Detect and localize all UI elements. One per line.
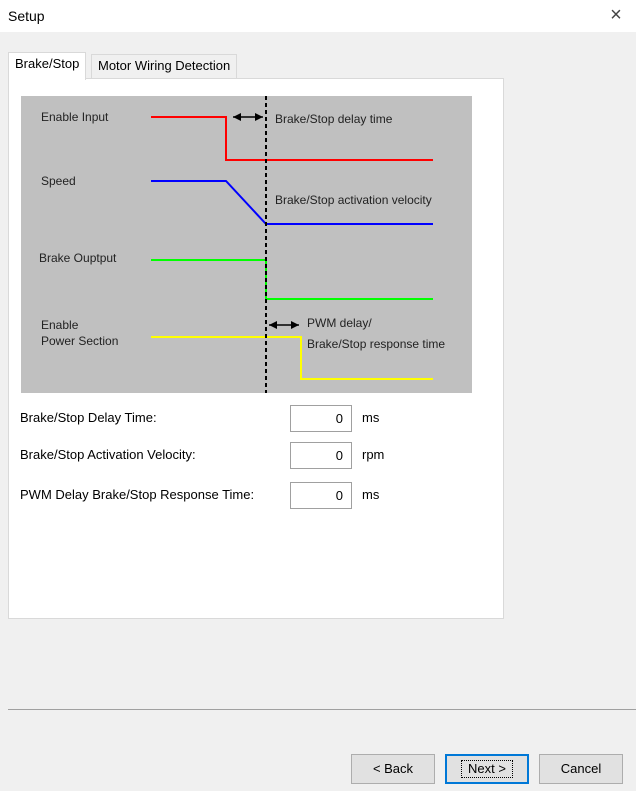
brake-output-trace — [151, 259, 433, 300]
delay-time-annotation: Brake/Stop delay time — [275, 112, 393, 126]
brake-stop-delay-label: Brake/Stop Delay Time: — [20, 410, 157, 425]
cancel-button[interactable]: Cancel — [539, 754, 623, 784]
pwm-delay-row: PWM Delay Brake/Stop Response Time: ms — [20, 482, 500, 509]
brake-stop-panel: Enable Input Speed Brake Ouptput Enable … — [8, 78, 504, 619]
window-title: Setup — [8, 8, 45, 24]
back-button[interactable]: < Back — [351, 754, 435, 784]
pwm-delay-input[interactable] — [290, 482, 352, 509]
pwm-delay-arrow — [269, 321, 299, 329]
dialog-body: Brake/Stop Motor Wiring Detection Enable… — [0, 32, 636, 791]
activation-velocity-annotation: Brake/Stop activation velocity — [275, 193, 432, 207]
title-bar: Setup × — [0, 0, 636, 32]
activation-velocity-input[interactable] — [290, 442, 352, 469]
tab-motor-wiring-detection[interactable]: Motor Wiring Detection — [91, 54, 238, 78]
timing-diagram: Enable Input Speed Brake Ouptput Enable … — [21, 96, 472, 393]
speed-label: Speed — [41, 174, 76, 188]
footer-divider — [8, 709, 636, 710]
enable-power-label: Enable Power Section — [41, 318, 119, 348]
enable-input-label: Enable Input — [41, 110, 109, 124]
close-icon[interactable]: × — [596, 0, 636, 32]
brake-stop-delay-row: Brake/Stop Delay Time: ms — [20, 405, 500, 432]
brake-stop-delay-input[interactable] — [290, 405, 352, 432]
next-button[interactable]: Next > — [445, 754, 529, 784]
pwm-delay-annotation: PWM delay/ — [307, 316, 372, 330]
activation-velocity-row: Brake/Stop Activation Velocity: rpm — [20, 442, 500, 469]
brake-stop-delay-unit: ms — [362, 410, 380, 425]
activation-velocity-unit: rpm — [362, 447, 385, 462]
pwm-delay-unit: ms — [362, 487, 380, 502]
pwm-delay-label: PWM Delay Brake/Stop Response Time: — [20, 487, 255, 502]
brake-output-label: Brake Ouptput — [39, 251, 117, 265]
tab-brake-stop[interactable]: Brake/Stop — [8, 52, 87, 80]
delay-time-arrow — [233, 113, 263, 121]
next-button-label: Next > — [461, 760, 513, 778]
response-time-annotation: Brake/Stop response time — [307, 337, 446, 351]
activation-velocity-label: Brake/Stop Activation Velocity: — [20, 447, 196, 462]
